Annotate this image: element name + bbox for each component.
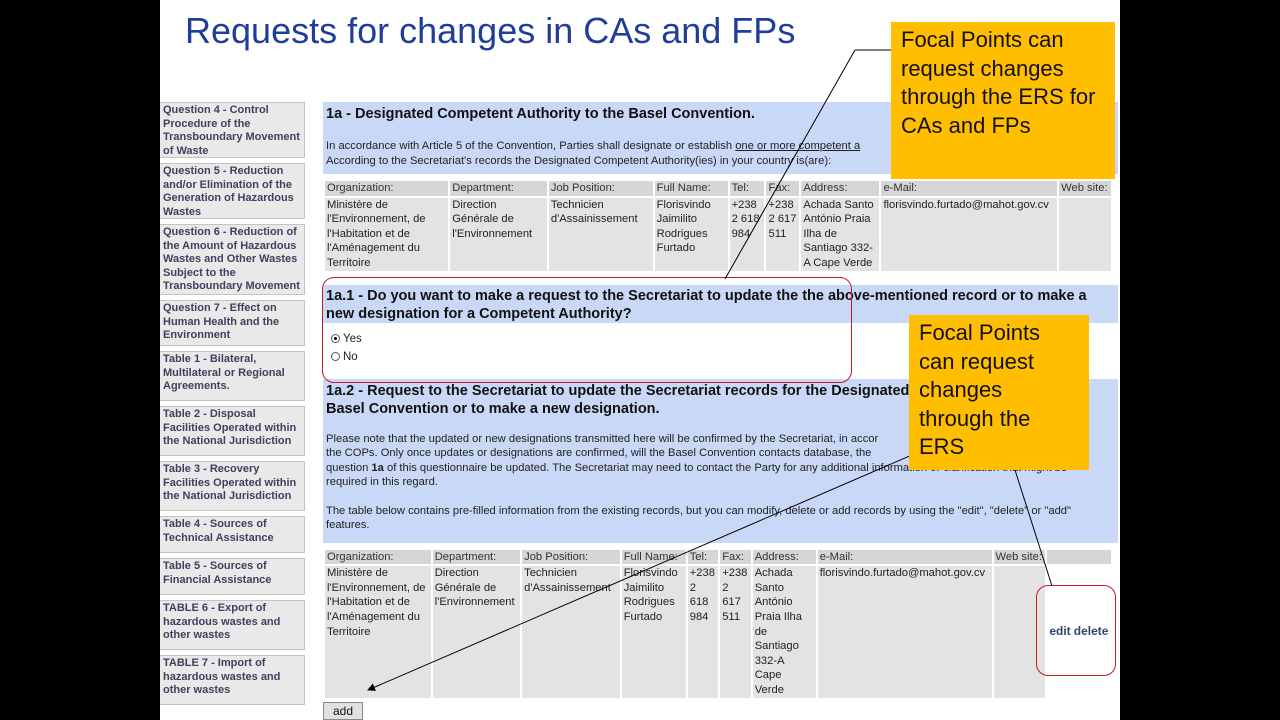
cell-address: Achada Santo António Praia Ilha de Santi… bbox=[752, 566, 816, 698]
cell-website bbox=[1059, 197, 1111, 271]
table-row: Ministère de l'Environnement, de l'Habit… bbox=[325, 566, 1111, 698]
competent-authority-table: Organization: Department: Job Position: … bbox=[323, 179, 1113, 273]
col-tel: Tel: bbox=[729, 181, 765, 196]
section-1a2-table-note: The table below contains pre-filled info… bbox=[326, 504, 1071, 532]
col-email: e-Mail: bbox=[817, 549, 992, 565]
table-header-row: Organization: Department: Job Position: … bbox=[325, 181, 1111, 196]
col-address: Address: bbox=[752, 549, 816, 565]
sidebar-item-question-7[interactable]: Question 7 - Effect on Human Health and … bbox=[160, 300, 305, 346]
sidebar-item-question-4[interactable]: Question 4 - Control Procedure of the Tr… bbox=[160, 102, 305, 158]
slide: Requests for changes in CAs and FPs Ques… bbox=[160, 0, 1120, 720]
cell-department: Direction Générale de l'Environnement bbox=[450, 197, 547, 271]
col-full-name: Full Name: bbox=[621, 549, 686, 565]
col-email: e-Mail: bbox=[881, 181, 1058, 196]
cell-tel: +238 2 618 984 bbox=[729, 197, 765, 271]
cell-department: Direction Générale de l'Environnement bbox=[432, 566, 521, 698]
cell-tel: +238 2 618 984 bbox=[687, 566, 719, 698]
highlight-question-1a1 bbox=[322, 277, 852, 383]
col-tel: Tel: bbox=[687, 549, 719, 565]
slide-title: Requests for changes in CAs and FPs bbox=[185, 10, 796, 51]
sidebar-item-question-6[interactable]: Question 6 - Reduction of the Amount of … bbox=[160, 224, 305, 295]
cell-organization: Ministère de l'Environnement, de l'Habit… bbox=[325, 197, 449, 271]
sidebar-item-table-3[interactable]: Table 3 - Recovery Facilities Operated w… bbox=[160, 461, 305, 511]
col-fax: Fax: bbox=[720, 549, 751, 565]
sidebar-item-table-7[interactable]: TABLE 7 - Import of hazardous wastes and… bbox=[160, 655, 305, 705]
col-actions bbox=[1046, 549, 1111, 565]
sidebar-item-table-5[interactable]: Table 5 - Sources of Financial Assistanc… bbox=[160, 558, 305, 595]
add-row: add bbox=[323, 701, 1118, 720]
cell-email: florisvindo.furtado@mahot.gov.cv bbox=[881, 197, 1058, 271]
cell-email: florisvindo.furtado@mahot.gov.cv bbox=[817, 566, 992, 698]
cell-job-position: Technicien d'Assainissement bbox=[548, 197, 653, 271]
sidebar-item-table-2[interactable]: Table 2 - Disposal Facilities Operated w… bbox=[160, 406, 305, 456]
col-website: Web site: bbox=[993, 549, 1045, 565]
sidebar-item-table-1[interactable]: Table 1 - Bilateral, Multilateral or Reg… bbox=[160, 351, 305, 401]
section-1a2-note-line4: required in this regard. bbox=[326, 476, 438, 489]
callout-middle: Focal Points can request changes through… bbox=[909, 315, 1089, 470]
questionnaire-sidebar: Question 4 - Control Procedure of the Tr… bbox=[160, 102, 305, 720]
cell-address: Achada Santo António Praia Ilha de Santi… bbox=[801, 197, 880, 271]
editable-records-table: Organization: Department: Job Position: … bbox=[323, 547, 1113, 700]
col-website: Web site: bbox=[1059, 181, 1111, 196]
cell-full-name: Florisvindo Jaimilito Rodrigues Furtado bbox=[654, 197, 728, 271]
add-button[interactable]: add bbox=[323, 701, 364, 720]
sidebar-item-table-4[interactable]: Table 4 - Sources of Technical Assistanc… bbox=[160, 516, 305, 553]
col-job-position: Job Position: bbox=[548, 181, 653, 196]
cell-fax: +238 2 617 511 bbox=[766, 197, 800, 271]
col-fax: Fax: bbox=[766, 181, 800, 196]
col-department: Department: bbox=[432, 549, 521, 565]
table-row: Ministère de l'Environnement, de l'Habit… bbox=[325, 197, 1111, 271]
cell-full-name: Florisvindo Jaimilito Rodrigues Furtado bbox=[621, 566, 686, 698]
col-organization: Organization: bbox=[325, 181, 449, 196]
col-department: Department: bbox=[450, 181, 547, 196]
col-address: Address: bbox=[801, 181, 880, 196]
sidebar-item-question-5[interactable]: Question 5 - Reduction and/or Eliminatio… bbox=[160, 163, 305, 219]
cell-job-position: Technicien d'Assainissement bbox=[522, 566, 620, 698]
cell-fax: +238 2 617 511 bbox=[720, 566, 751, 698]
cell-organization: Ministère de l'Environnement, de l'Habit… bbox=[325, 566, 431, 698]
col-full-name: Full Name: bbox=[654, 181, 728, 196]
col-organization: Organization: bbox=[325, 549, 431, 565]
col-job-position: Job Position: bbox=[522, 549, 620, 565]
highlight-edit-delete bbox=[1036, 585, 1116, 676]
sidebar-item-table-6[interactable]: TABLE 6 - Export of hazardous wastes and… bbox=[160, 600, 305, 650]
callout-top: Focal Points can request changes through… bbox=[891, 22, 1115, 179]
table-header-row: Organization: Department: Job Position: … bbox=[325, 549, 1111, 565]
